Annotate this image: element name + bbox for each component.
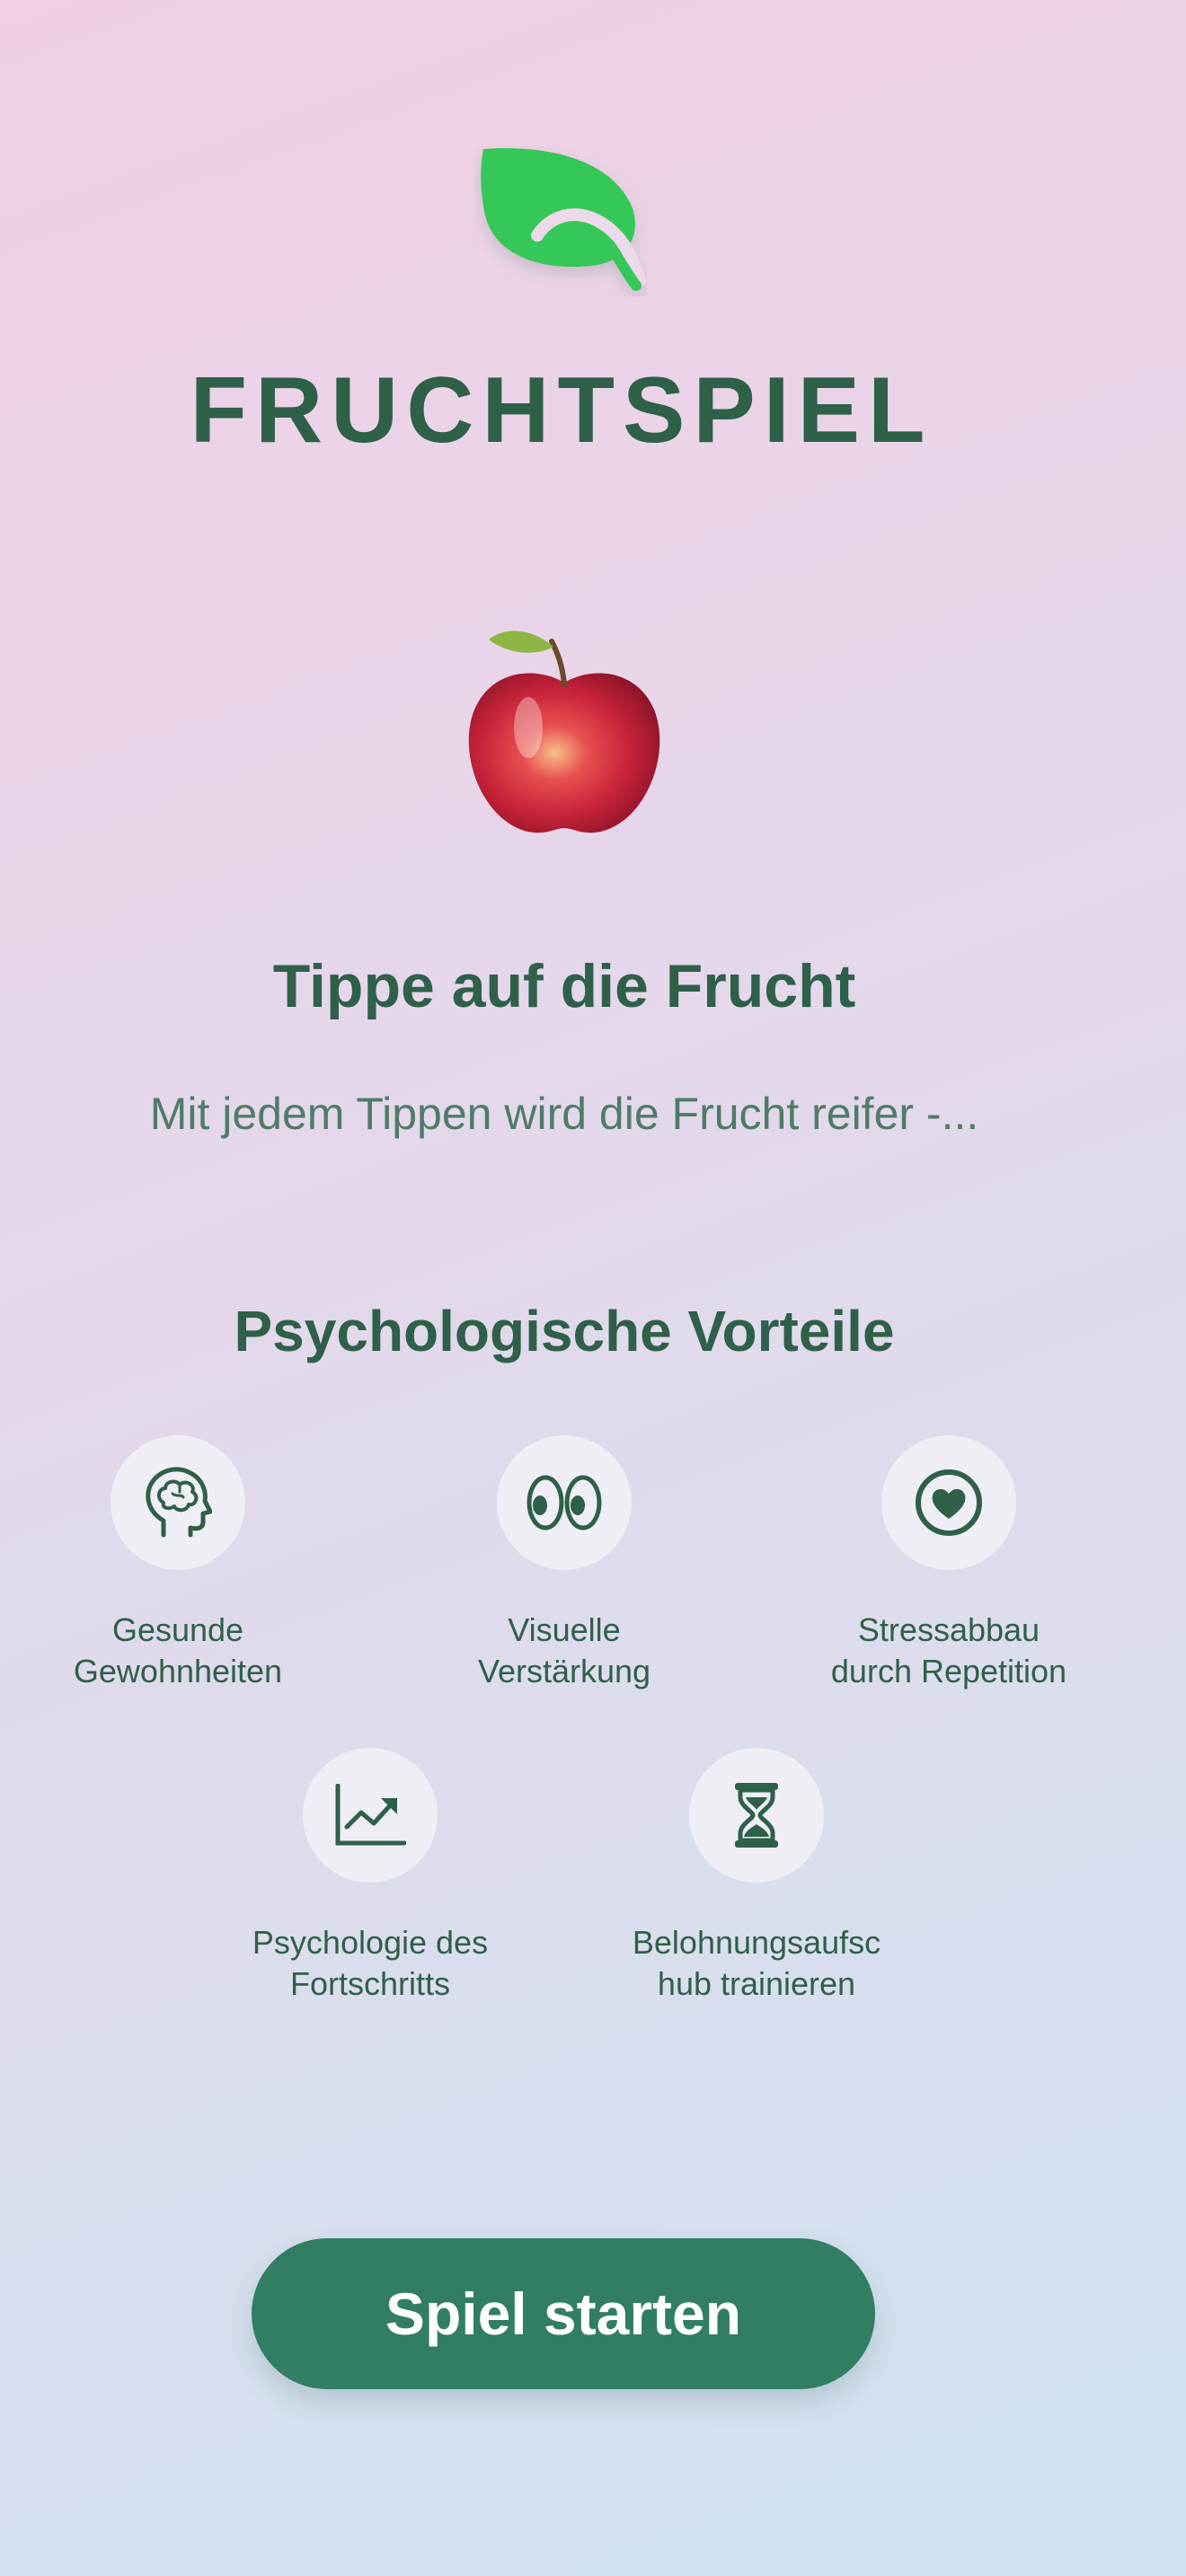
heart-circle-icon: [916, 1469, 982, 1536]
benefit-item: Stressabbau durch Repetition: [814, 1435, 1084, 1692]
benefit-item: Belohnungsaufsc hub trainieren: [622, 1748, 891, 2005]
benefit-item: Gesunde Gewohnheiten: [43, 1435, 313, 1692]
benefit-label: Psychologie des Fortschritts: [252, 1924, 489, 2002]
benefit-label: Stressabbau durch Repetition: [830, 1611, 1067, 1689]
leaf-icon: [481, 148, 646, 291]
brain-head-icon: [146, 1467, 212, 1538]
benefit-item: Visuelle Verstärkung: [429, 1435, 699, 1692]
benefit-label: Belohnungsaufsc hub trainieren: [632, 1924, 881, 2002]
apple-icon[interactable]: [456, 620, 672, 844]
instruction-title: Tippe auf die Frucht: [272, 952, 856, 1020]
start-game-button[interactable]: Spiel starten: [252, 2238, 875, 2389]
benefit-label: Visuelle Verstärkung: [477, 1611, 651, 1689]
app-title: FRUCHTSPIEL: [190, 358, 934, 463]
benefit-icon-circle: [881, 1435, 1016, 1570]
hourglass-icon: [735, 1783, 778, 1848]
benefit-label: Gesunde Gewohnheiten: [73, 1611, 283, 1689]
benefit-icon-circle: [497, 1435, 632, 1570]
eyes-icon: [527, 1475, 602, 1531]
chart-trend-up-icon: [335, 1784, 406, 1846]
instruction-text: Mit jedem Tippen wird die Frucht reifer …: [149, 1089, 979, 1139]
benefit-icon-circle: [303, 1748, 438, 1883]
benefit-item: Psychologie des Fortschritts: [235, 1748, 505, 2005]
benefits-title: Psychologische Vorteile: [234, 1299, 895, 1363]
benefit-icon-circle: [111, 1435, 245, 1570]
benefit-icon-circle: [689, 1748, 824, 1883]
